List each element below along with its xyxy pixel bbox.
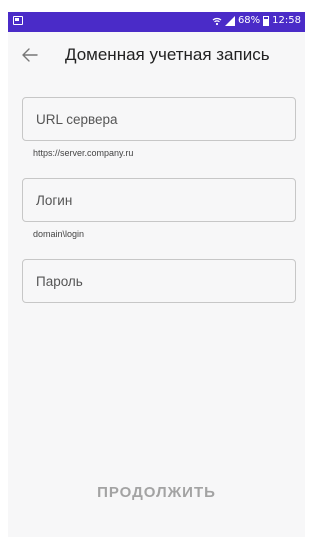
- arrow-left-icon: [22, 48, 38, 62]
- status-indicators: 68% 12:58: [212, 15, 301, 26]
- status-bar: 68% 12:58: [8, 12, 305, 32]
- password-input[interactable]: [23, 260, 295, 302]
- password-field[interactable]: [22, 259, 296, 303]
- continue-button[interactable]: ПРОДОЛЖИТЬ: [8, 484, 305, 501]
- clock: 12:58: [272, 15, 301, 26]
- login-field[interactable]: [22, 178, 296, 222]
- back-button[interactable]: [20, 45, 44, 65]
- login-helper: domain\login: [33, 229, 85, 239]
- login-input[interactable]: [23, 179, 295, 221]
- battery-icon: [263, 15, 270, 26]
- server-url-input[interactable]: [23, 98, 295, 140]
- screen: 68% 12:58 Доменная учетная запись https:…: [8, 12, 305, 537]
- wifi-icon: [212, 17, 222, 25]
- server-url-helper: https://server.company.ru: [33, 148, 134, 158]
- image-notification-icon: [13, 16, 23, 25]
- toolbar: Доменная учетная запись: [8, 32, 305, 78]
- page-title: Доменная учетная запись: [65, 45, 270, 64]
- server-url-field[interactable]: [22, 97, 296, 141]
- signal-icon: [224, 15, 235, 26]
- battery-percent: 68%: [237, 15, 261, 26]
